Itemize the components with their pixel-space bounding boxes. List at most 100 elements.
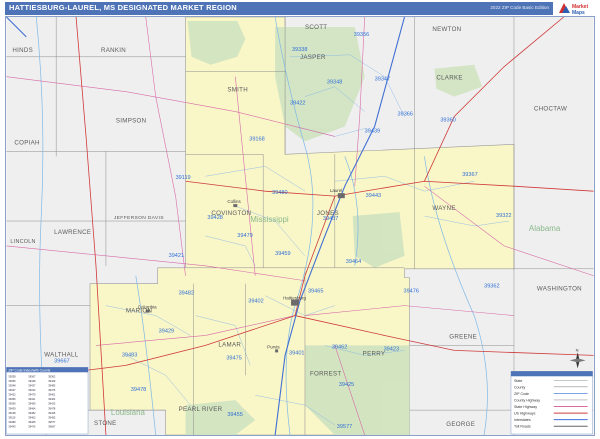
city-label-hattiesburg: Hattiesburg <box>283 296 306 301</box>
zip-label: 39439 <box>365 128 380 134</box>
zip-index-entry: 39425 <box>48 411 56 415</box>
zip-label: 39402 <box>248 299 263 305</box>
county-label-george: GEORGE <box>446 421 475 428</box>
zip-index-entry: 39366 <box>8 397 16 401</box>
city-label-columbia: Columbia <box>138 305 157 310</box>
zip-label: 39455 <box>227 412 242 418</box>
zip-index-entry: 39338 <box>8 374 16 378</box>
zip-label: 39479 <box>237 233 252 239</box>
county-label-hinds: HINDS <box>12 47 33 54</box>
zip-index-entry: 39464 <box>28 406 36 410</box>
zip-index-entry: 39423 <box>48 402 56 406</box>
zip-index-entry: 39168 <box>8 411 16 415</box>
zip-index-entry: 39465 <box>28 420 36 424</box>
legend-label: ZIP Code <box>514 392 529 396</box>
county-label-washington: WASHINGTON <box>537 286 582 293</box>
zip-label: 39475 <box>226 355 241 361</box>
county-label-lamar: LAMAR <box>218 341 241 348</box>
county-label-clarke: CLARKE <box>436 75 462 82</box>
zip-index-entry: 39421 <box>28 397 36 401</box>
zip-label: 39443 <box>366 193 381 199</box>
legend-label: County Highway <box>514 398 540 402</box>
zip-index-entry: 39475 <box>48 388 56 392</box>
zip-index-entry: 39360 <box>8 402 16 406</box>
zip-index-entry: 39119 <box>8 415 16 419</box>
legend-label: State <box>514 379 522 383</box>
county-label-forrest: FORREST <box>310 370 342 377</box>
zip-label: 39347 <box>375 77 390 83</box>
zip-label: 39459 <box>275 251 290 257</box>
city-label-collins: Collins <box>227 199 241 204</box>
zip-label: 39367 <box>462 172 477 178</box>
zip-index-entry: 39422 <box>8 393 16 397</box>
legend-label: Interstates <box>514 418 531 422</box>
map-title: HATTIESBURG-LAUREL, MS DESIGNATED MARKET… <box>9 3 237 12</box>
zip-label: 39322 <box>496 213 511 219</box>
zip-label: 39422 <box>290 101 305 107</box>
zip-label: 39401 <box>289 350 304 356</box>
zip-index-entry: 39455 <box>48 415 56 419</box>
city-label-laurel: Laurel <box>330 188 342 193</box>
zip-label: 39366 <box>398 112 413 118</box>
zip-index-entry: 39322 <box>28 388 36 392</box>
zip-index-entry: 39476 <box>28 425 36 429</box>
legend-panel: State County ZIP Code County Highway State H… <box>510 371 593 435</box>
zip-index-entry: 39478 <box>48 406 56 410</box>
zip-index-entry: 39401 <box>48 393 56 397</box>
zip-index-entry: 39482 <box>28 411 36 415</box>
legend-label: State Highway <box>514 405 537 409</box>
zip-index-entry: 39483 <box>48 383 56 387</box>
zip-label: 39429 <box>159 328 174 334</box>
city-marker-laurel <box>337 193 345 199</box>
zip-index-entry: 39462 <box>48 397 56 401</box>
county-label-greene: GREENE <box>449 333 477 340</box>
zip-index-entry: 39439 <box>8 406 16 410</box>
zip-label: 39360 <box>440 118 455 124</box>
zip-index-entry: 39443 <box>8 425 16 429</box>
legend-label: US Highways <box>514 412 536 416</box>
zip-label: 39483 <box>122 352 137 358</box>
county-label-rankin: RANKIN <box>101 47 126 54</box>
market-maps-logo-icon[interactable]: Market Maps <box>556 0 598 17</box>
county-label-jasper: JASPER <box>300 54 326 61</box>
region-map[interactable]: JASPER SMITH COVINGTON JONES WAYNE MARIO… <box>5 16 595 436</box>
zip-index-entry: 39429 <box>48 379 56 383</box>
zip-index-entry: 39479 <box>28 393 36 397</box>
city-marker-purvis <box>275 349 279 353</box>
zip-label: 39476 <box>404 289 419 295</box>
zip-index-panel: ZIP Code Index/with Counts 3933839356393… <box>6 367 89 435</box>
zip-label: 39348 <box>327 80 342 86</box>
county-label-copiah: COPIAH <box>14 139 39 146</box>
zip-index-entry: 39437 <box>28 383 36 387</box>
city-label-purvis: Purvis <box>267 344 280 349</box>
zip-index-title: ZIP Code Index/with Counts <box>8 368 50 372</box>
zip-label: 39338 <box>292 47 307 53</box>
county-label-perry: PERRY <box>363 350 386 357</box>
state-label-mississippi: Mississippi <box>250 215 289 224</box>
zip-index-entry: 39362 <box>48 374 56 378</box>
zip-label: 39356 <box>354 32 369 38</box>
zip-label: 39667 <box>54 358 69 364</box>
zip-label: 39362 <box>484 284 499 290</box>
zip-label: 39482 <box>179 291 194 297</box>
zip-label: 39462 <box>332 344 347 350</box>
svg-text:N: N <box>576 347 579 352</box>
zip-label: 39480 <box>272 190 287 196</box>
county-label-walthall: WALTHALL <box>44 351 78 358</box>
title-bar: HATTIESBURG-LAUREL, MS DESIGNATED MARKET… <box>5 2 553 15</box>
city-marker-collins <box>233 204 238 208</box>
zip-label: 39168 <box>249 136 264 142</box>
zip-label: 39119 <box>176 175 191 181</box>
zip-label: 39425 <box>339 382 354 388</box>
county-label-stone: STONE <box>94 420 117 427</box>
county-label-wayne: WAYNE <box>432 205 455 212</box>
county-label-lawrence: LAWRENCE <box>54 229 91 236</box>
zip-index-entry: 39402 <box>28 415 36 419</box>
zip-index-entry: 39347 <box>8 388 16 392</box>
map-page: HATTIESBURG-LAUREL, MS DESIGNATED MARKET… <box>0 0 600 439</box>
county-label-pearl-river: PEARL RIVER <box>179 406 223 413</box>
zip-index-entry: 39348 <box>8 383 16 387</box>
county-label-choctaw: CHOCTAW <box>534 106 567 113</box>
county-label-scott: SCOTT <box>305 24 327 31</box>
zip-label: 39421 <box>169 253 184 259</box>
